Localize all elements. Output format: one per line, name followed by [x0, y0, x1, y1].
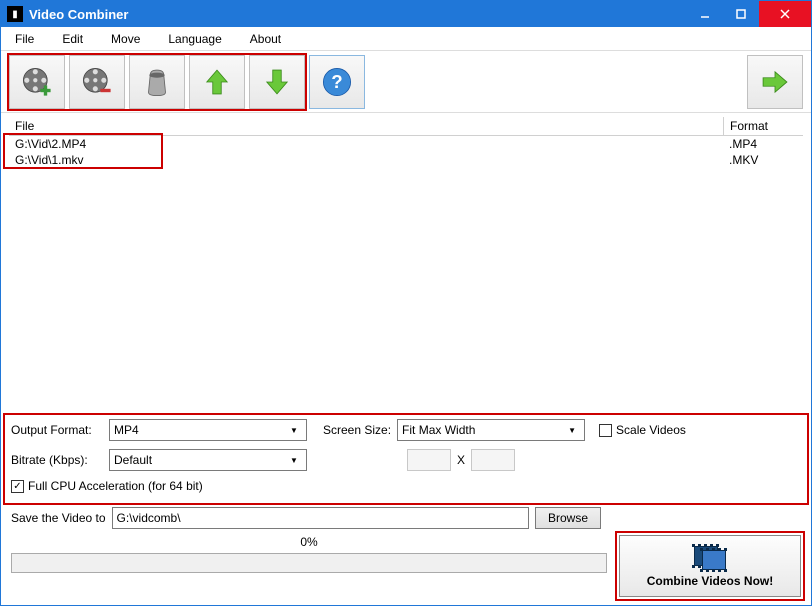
- trash-icon: [140, 65, 174, 99]
- file-row[interactable]: G:\Vid\2.MP4 .MP4: [9, 136, 803, 152]
- menu-language[interactable]: Language: [164, 30, 225, 48]
- arrow-up-icon: [200, 65, 234, 99]
- output-format-select[interactable]: MP4 ▼: [109, 419, 307, 441]
- output-format-label: Output Format:: [11, 423, 103, 437]
- app-icon: ▮: [7, 6, 23, 22]
- browse-button[interactable]: Browse: [535, 507, 601, 529]
- width-input[interactable]: [407, 449, 451, 471]
- toolbar: ?: [1, 51, 811, 113]
- menu-move[interactable]: Move: [107, 30, 144, 48]
- menu-edit[interactable]: Edit: [58, 30, 87, 48]
- window-title: Video Combiner: [29, 7, 687, 22]
- screen-size-label: Screen Size:: [323, 423, 391, 437]
- screen-size-select[interactable]: Fit Max Width ▼: [397, 419, 585, 441]
- save-row: Save the Video to G:\vidcomb\ Browse: [1, 503, 811, 533]
- bitrate-select[interactable]: Default ▼: [109, 449, 307, 471]
- column-format[interactable]: Format: [723, 117, 803, 135]
- help-icon: ?: [320, 65, 354, 99]
- chevron-down-icon: ▼: [286, 426, 302, 435]
- remove-video-button[interactable]: [69, 55, 125, 109]
- help-button[interactable]: ?: [309, 55, 365, 109]
- menu-about[interactable]: About: [246, 30, 285, 48]
- menu-file[interactable]: File: [11, 30, 38, 48]
- move-down-button[interactable]: [249, 55, 305, 109]
- file-path: G:\Vid\1.mkv: [9, 152, 723, 168]
- x-label: X: [457, 453, 465, 467]
- settings-panel: Output Format: MP4 ▼ Screen Size: Fit Ma…: [1, 411, 811, 503]
- bottom-panel: 0% Combine Videos Now!: [1, 533, 811, 605]
- column-file[interactable]: File: [9, 117, 723, 135]
- cpu-acceleration-checkbox[interactable]: ✓ Full CPU Acceleration (for 64 bit): [11, 479, 203, 493]
- film-reel-add-icon: [20, 65, 54, 99]
- add-video-button[interactable]: [9, 55, 65, 109]
- film-reel-remove-icon: [80, 65, 114, 99]
- arrow-down-icon: [260, 65, 294, 99]
- close-button[interactable]: [759, 1, 811, 27]
- app-window: ▮ Video Combiner File Edit Move Language…: [0, 0, 812, 606]
- go-button[interactable]: [747, 55, 803, 109]
- file-format: .MP4: [723, 136, 803, 152]
- file-row[interactable]: G:\Vid\1.mkv .MKV: [9, 152, 803, 168]
- svg-text:?: ?: [331, 70, 342, 91]
- combine-button[interactable]: Combine Videos Now!: [619, 535, 801, 597]
- menu-bar: File Edit Move Language About: [1, 27, 811, 51]
- clear-list-button[interactable]: [129, 55, 185, 109]
- scale-videos-checkbox[interactable]: Scale Videos: [599, 423, 686, 437]
- arrow-right-icon: [758, 65, 792, 99]
- minimize-button[interactable]: [687, 1, 723, 27]
- file-path: G:\Vid\2.MP4: [9, 136, 723, 152]
- save-label: Save the Video to: [11, 511, 106, 525]
- progress-bar: [11, 553, 607, 573]
- save-path-input[interactable]: G:\vidcomb\: [112, 507, 529, 529]
- checkbox-box: [599, 424, 612, 437]
- chevron-down-icon: ▼: [564, 426, 580, 435]
- file-list[interactable]: G:\Vid\2.MP4 .MP4 G:\Vid\1.mkv .MKV: [9, 136, 803, 411]
- checkbox-box: ✓: [11, 480, 24, 493]
- title-bar: ▮ Video Combiner: [1, 1, 811, 27]
- maximize-button[interactable]: [723, 1, 759, 27]
- progress-percent: 0%: [11, 535, 607, 549]
- height-input[interactable]: [471, 449, 515, 471]
- film-strips-icon: [692, 544, 728, 572]
- file-list-header: File Format: [9, 117, 803, 136]
- file-format: .MKV: [723, 152, 803, 168]
- bitrate-label: Bitrate (Kbps):: [11, 453, 103, 467]
- move-up-button[interactable]: [189, 55, 245, 109]
- chevron-down-icon: ▼: [286, 456, 302, 465]
- file-list-area: File Format G:\Vid\2.MP4 .MP4 G:\Vid\1.m…: [1, 113, 811, 411]
